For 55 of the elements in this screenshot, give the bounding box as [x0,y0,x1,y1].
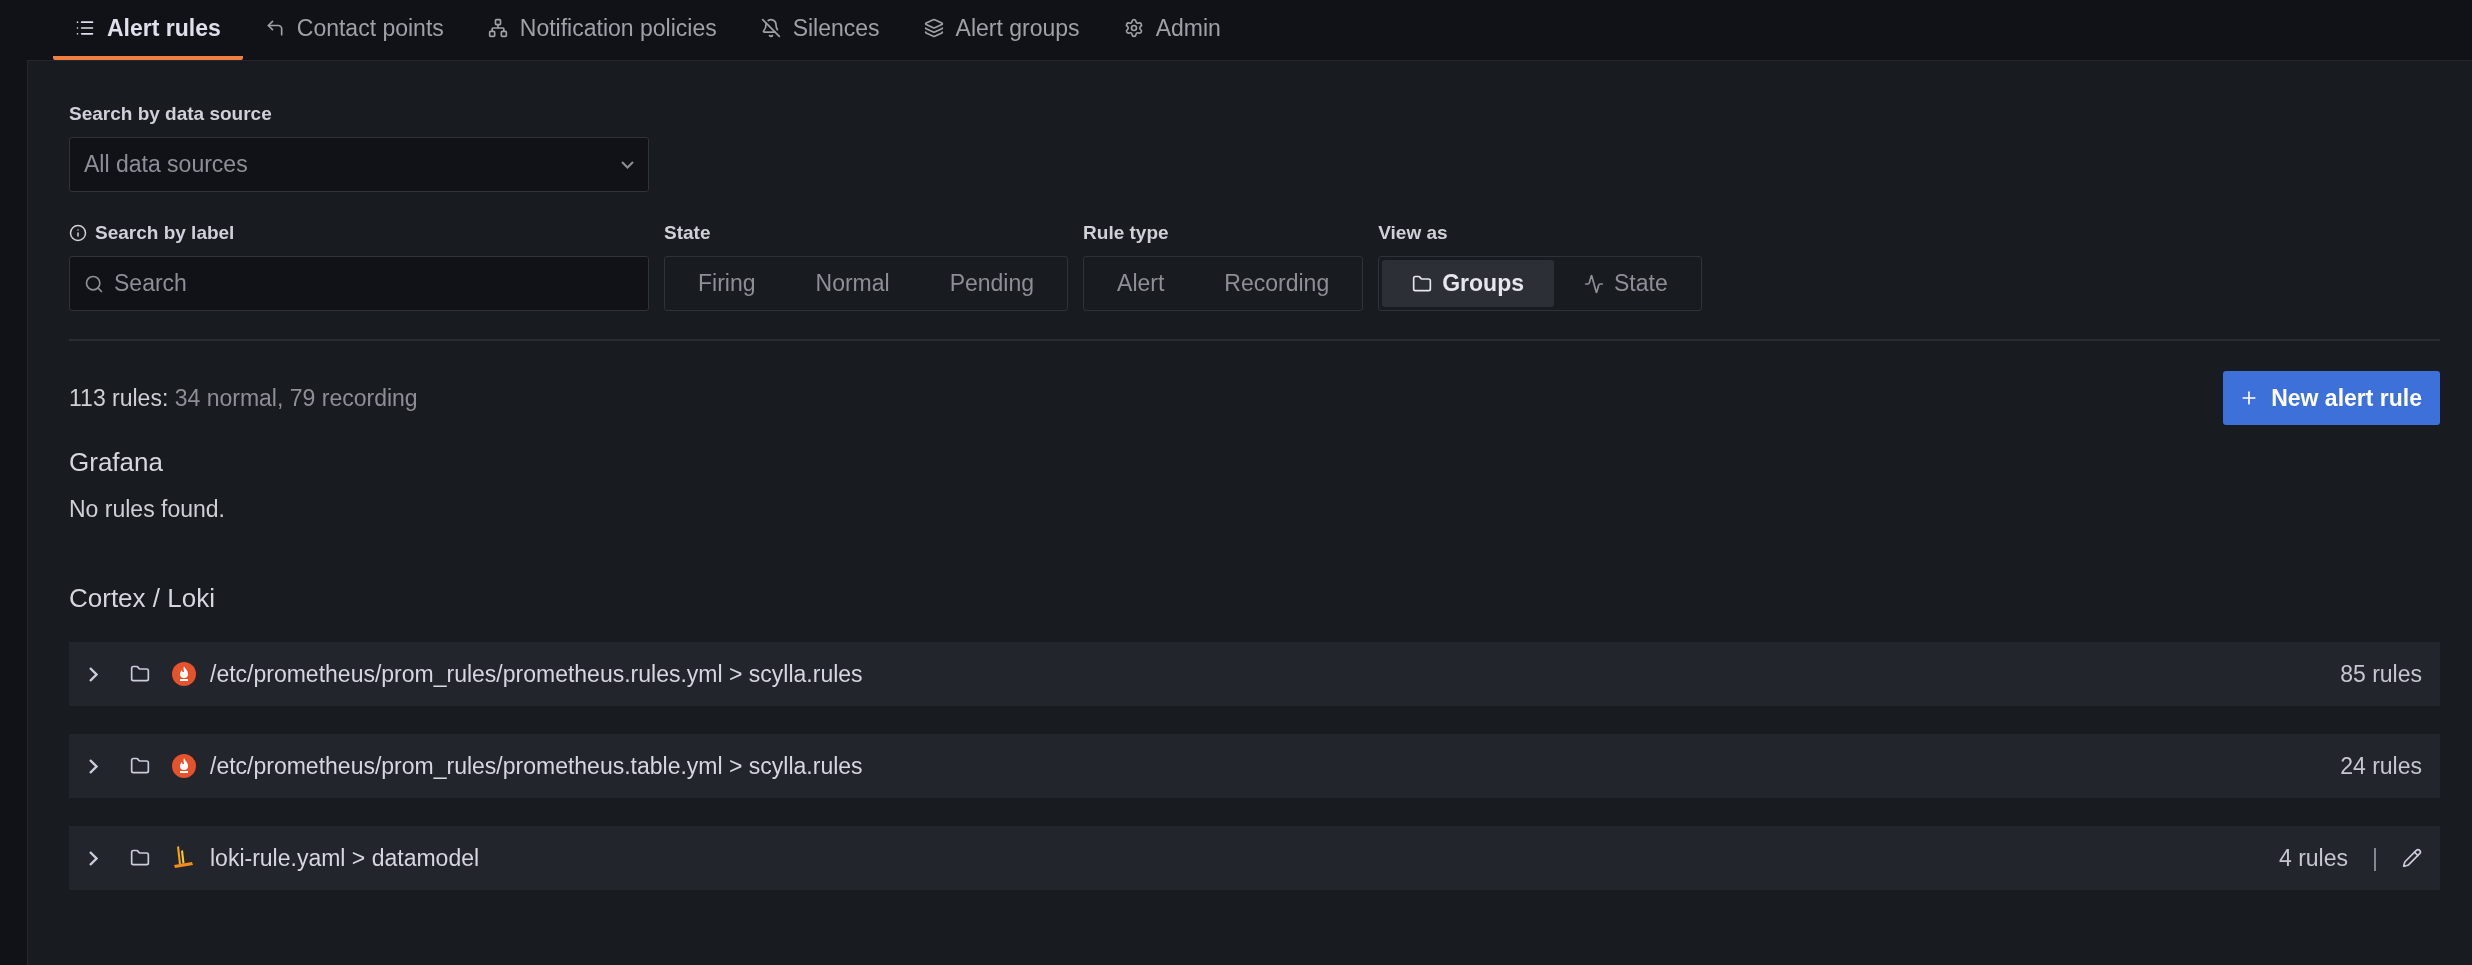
summary-text: 113 rules: 34 normal, 79 recording [69,384,418,412]
filter-option[interactable]: Firing [668,260,786,307]
folder-icon [130,664,150,684]
rule-group-row[interactable]: /etc/prometheus/prom_rules/prometheus.table.yml > scylla.rules 24 rules [69,734,2440,798]
group-name: /etc/prometheus/prom_rules/prometheus.rules.yml > scylla.rules [210,660,864,688]
group-name: loki-rule.yaml > datamodel [210,844,481,872]
bars-logo-icon [172,845,196,871]
filter-option[interactable]: Recording [1194,260,1360,307]
chevron-right-icon[interactable] [89,850,98,866]
separator: | [2372,844,2378,872]
rule-count: 24 rules [2340,752,2422,780]
layers-icon [923,18,944,38]
info-icon [69,224,87,242]
tab[interactable]: Silences [738,0,902,60]
section-title: Grafana [69,447,164,478]
hierarchy-icon [487,18,508,38]
filter-option[interactable]: Groups [1382,260,1554,307]
rule-count: 4 rules [2278,844,2348,872]
search-field[interactable]: Search [69,256,649,311]
settings-icon [1123,18,1144,38]
rule-group-row[interactable]: loki-rule.yaml > datamodel 4 rules | [69,826,2440,890]
folder-icon [130,848,150,868]
filter-option[interactable]: Pending [919,260,1065,307]
section-title: Cortex / Loki [69,583,216,614]
edit-icon[interactable] [2402,848,2422,868]
group-name: /etc/prometheus/prom_rules/prometheus.table.yml > scylla.rules [210,752,864,780]
new-alert-rule-button[interactable]: New alert rule [2223,371,2440,425]
rule-count: 85 rules [2340,660,2422,688]
tab[interactable]: Notification policies [465,0,739,60]
filter-option[interactable]: Alert [1087,260,1195,307]
empty-message: No rules found. [69,496,226,523]
arrow-icon [264,18,285,38]
data-source-select[interactable]: All data sources [69,137,649,192]
filter-option[interactable]: Normal [785,260,920,307]
activity-icon [1584,273,1604,294]
chevron-right-icon[interactable] [89,666,98,682]
field-label: View as [1378,222,1449,244]
chevron-down-icon [621,160,634,169]
folder-icon [1412,273,1433,294]
bell-off-icon [760,18,781,38]
search-icon [84,273,104,294]
list-icon [75,18,95,38]
chevron-right-icon[interactable] [89,758,98,774]
field-label: Search by data source [69,103,273,125]
field-label: State [664,222,712,244]
field-label: Search by label [95,222,235,244]
tab[interactable]: Admin [1101,0,1243,60]
tab[interactable]: Alert groups [901,0,1102,60]
filter-option[interactable]: State [1554,260,1698,307]
folder-icon [130,756,150,776]
rule-group-row[interactable]: /etc/prometheus/prom_rules/prometheus.rules.yml > scylla.rules 85 rules [69,642,2440,706]
flame-logo-icon [172,754,196,778]
tab[interactable]: Contact points [242,0,466,60]
flame-logo-icon [172,662,196,686]
field-label: Rule type [1083,222,1170,244]
